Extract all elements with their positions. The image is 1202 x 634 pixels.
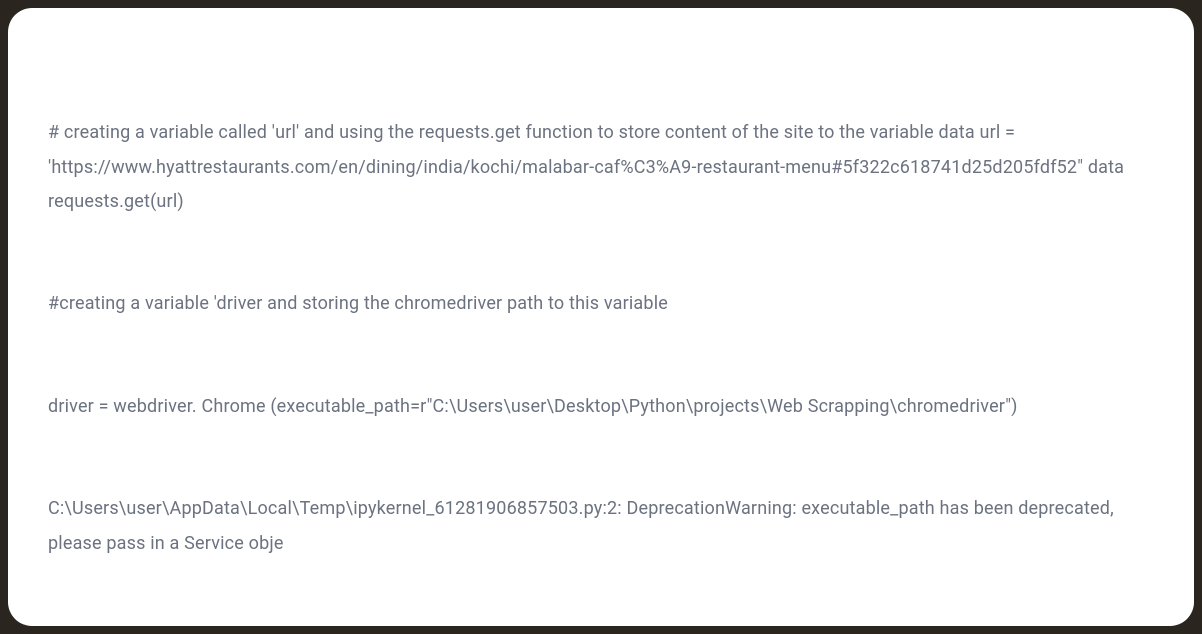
code-line: C:\Users\user\AppData\Local\Temp\ipykern…	[48, 492, 1154, 560]
code-line: # creating a variable called 'url' and u…	[48, 116, 1154, 219]
code-line: driver = webdriver. Chrome (executable_p…	[48, 390, 1154, 424]
code-card: # creating a variable called 'url' and u…	[8, 8, 1194, 626]
code-line: #creating a variable 'driver and storing…	[48, 287, 1154, 321]
code-block: # creating a variable called 'url' and u…	[48, 48, 1154, 626]
